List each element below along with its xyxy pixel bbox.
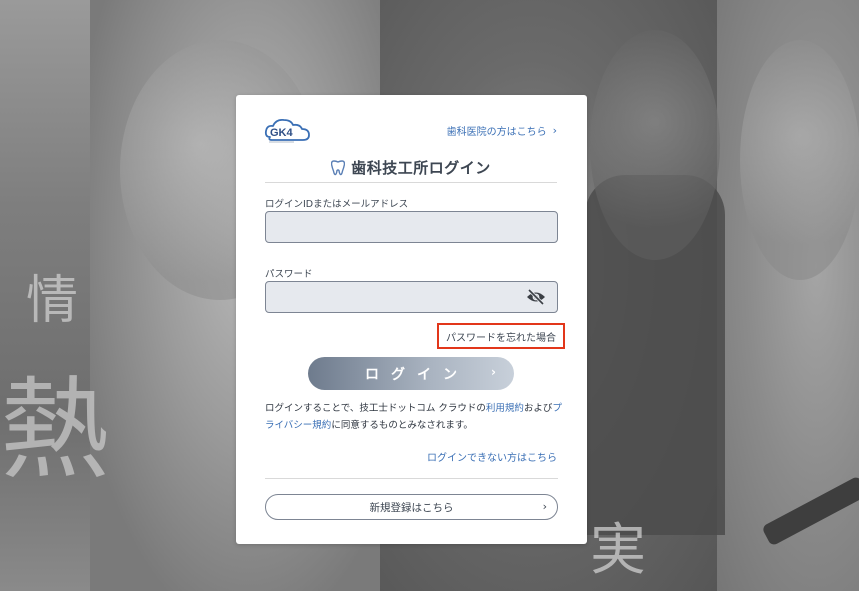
logo-text: GK4 [270, 127, 294, 139]
terms-text: ログインすることで、技工士ドットコム クラウドの [265, 403, 486, 414]
register-button-label: 新規登録はこちら [369, 501, 454, 514]
page-title-text: 歯科技工所ログイン [351, 159, 491, 177]
dental-clinic-link-label: 歯科医院の方はこちら [446, 127, 547, 138]
terms-of-use-link[interactable]: 利用規約 [486, 403, 524, 414]
cant-login-link[interactable]: ログインできない方はこちら [427, 449, 557, 464]
dental-clinic-link[interactable]: 歯科医院の方はこちら › [447, 123, 557, 138]
background-kanji: 実 [590, 518, 646, 583]
terms-text: および [523, 403, 553, 414]
photo-face [590, 30, 720, 260]
register-button[interactable]: 新規登録はこちら › [265, 494, 558, 520]
password-input[interactable] [265, 281, 558, 313]
photo-face [740, 40, 859, 280]
login-button-label: ログイン [365, 366, 469, 383]
background-kanji: 熱 [0, 366, 110, 494]
login-id-label: ログインIDまたはメールアドレス [265, 199, 409, 210]
gk4-logo: GK4 [264, 118, 310, 143]
login-button[interactable]: ログイン › [308, 357, 514, 390]
login-id-input[interactable] [265, 211, 558, 243]
tooth-icon [331, 159, 346, 175]
terms-text: に同意するものとみなされます。 [331, 420, 473, 431]
background-kanji: 情 [26, 271, 79, 331]
forgot-password-link[interactable]: パスワードを忘れた場合 [437, 323, 565, 349]
eye-slash-icon[interactable] [526, 288, 546, 306]
page-title: 歯科技工所ログイン [265, 153, 557, 183]
login-card: GK4 歯科医院の方はこちら › 歯科技工所ログイン ログインIDまたはメールア… [236, 95, 587, 544]
chevron-right-icon: › [552, 124, 557, 137]
chevron-right-icon: › [491, 365, 496, 379]
chevron-right-icon: › [542, 500, 547, 513]
terms-notice: ログインすることで、技工士ドットコム クラウドの利用規約およびプライバシー規約に… [265, 400, 565, 434]
password-label: パスワード [265, 269, 313, 280]
divider [265, 478, 558, 479]
